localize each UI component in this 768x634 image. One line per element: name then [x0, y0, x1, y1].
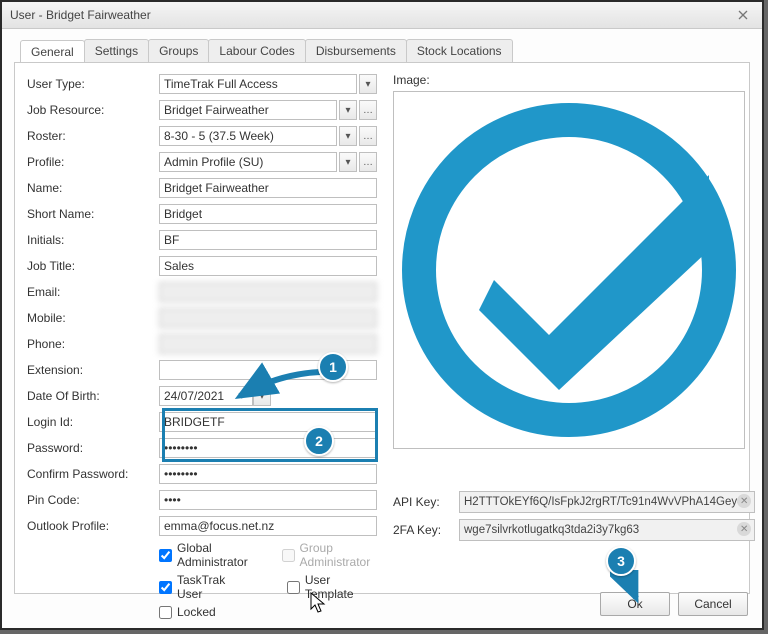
user-type-combo[interactable]: TimeTrak Full Access: [159, 74, 357, 94]
ellipsis-icon[interactable]: …: [359, 152, 377, 172]
tabpanel-general: User Type: TimeTrak Full Access ▾ Job Re…: [14, 62, 750, 594]
global-admin-label: Global Administrator: [177, 541, 256, 569]
label-phone: Phone:: [27, 337, 159, 351]
twofa-key-field[interactable]: wge7silvrkotlugatkq3tda2i3y7kg63 ✕: [459, 519, 755, 541]
label-initials: Initials:: [27, 233, 159, 247]
chevron-down-icon[interactable]: ▾: [339, 152, 357, 172]
pin-code-input[interactable]: [159, 490, 377, 510]
form-left-column: User Type: TimeTrak Full Access ▾ Job Re…: [27, 73, 377, 621]
confirm-password-input[interactable]: [159, 464, 377, 484]
label-confirm-password: Confirm Password:: [27, 467, 159, 481]
group-admin-label: Group Administrator: [300, 541, 377, 569]
initials-input[interactable]: [159, 230, 377, 250]
locked-label: Locked: [177, 605, 216, 619]
short-name-input[interactable]: [159, 204, 377, 224]
cancel-button[interactable]: Cancel: [678, 592, 748, 616]
group-administrator-checkbox: [282, 549, 295, 562]
api-key-value: H2TTTOkEYf6Q/IsFpkJ2rgRT/Tc91n4WvVPhA14G…: [464, 496, 750, 508]
label-job-resource: Job Resource:: [27, 103, 159, 117]
annotation-arrow-icon: [610, 570, 650, 610]
label-name: Name:: [27, 181, 159, 195]
annotation-badge-2: 2: [304, 426, 334, 456]
api-key-field[interactable]: H2TTTOkEYf6Q/IsFpkJ2rgRT/Tc91n4WvVPhA14G…: [459, 491, 755, 513]
tasktrak-user-checkbox[interactable]: [159, 581, 172, 594]
user-dialog: User - Bridget Fairweather General Setti…: [0, 0, 764, 630]
email-input[interactable]: [159, 282, 377, 302]
mobile-input[interactable]: [159, 308, 377, 328]
twofa-key-label: 2FA Key:: [393, 523, 451, 537]
label-password: Password:: [27, 441, 159, 455]
label-job-title: Job Title:: [27, 259, 159, 273]
annotation-arrow-icon: [228, 362, 328, 412]
tab-disbursements[interactable]: Disbursements: [305, 39, 407, 62]
checkmark-circle-icon: [399, 100, 739, 440]
twofa-key-value: wge7silvrkotlugatkq3tda2i3y7kg63: [464, 524, 639, 536]
annotation-badge-3: 3: [606, 546, 636, 576]
chevron-down-icon[interactable]: ▾: [339, 126, 357, 146]
cursor-icon: [310, 592, 328, 614]
api-key-label: API Key:: [393, 495, 451, 509]
image-label: Image:: [393, 73, 755, 87]
tab-labour-codes[interactable]: Labour Codes: [208, 39, 305, 62]
window-title: User - Bridget Fairweather: [10, 8, 151, 22]
ellipsis-icon[interactable]: …: [359, 126, 377, 146]
label-short-name: Short Name:: [27, 207, 159, 221]
outlook-profile-input[interactable]: [159, 516, 377, 536]
ellipsis-icon[interactable]: …: [359, 100, 377, 120]
label-email: Email:: [27, 285, 159, 299]
label-dob: Date Of Birth:: [27, 389, 159, 403]
label-mobile: Mobile:: [27, 311, 159, 325]
job-title-input[interactable]: [159, 256, 377, 276]
clear-icon[interactable]: ✕: [737, 522, 751, 536]
user-image-box[interactable]: [393, 91, 745, 449]
label-roster: Roster:: [27, 129, 159, 143]
label-pin-code: Pin Code:: [27, 493, 159, 507]
password-input[interactable]: [159, 438, 377, 458]
tab-strip: General Settings Groups Labour Codes Dis…: [2, 29, 762, 62]
profile-combo[interactable]: Admin Profile (SU): [159, 152, 337, 172]
tab-stock-locations[interactable]: Stock Locations: [406, 39, 513, 62]
phone-input[interactable]: [159, 334, 377, 354]
roster-combo[interactable]: 8-30 - 5 (37.5 Week): [159, 126, 337, 146]
tab-groups[interactable]: Groups: [148, 39, 209, 62]
tab-settings[interactable]: Settings: [84, 39, 149, 62]
label-user-type: User Type:: [27, 77, 159, 91]
locked-checkbox[interactable]: [159, 606, 172, 619]
job-resource-combo[interactable]: Bridget Fairweather: [159, 100, 337, 120]
close-icon[interactable]: [732, 6, 754, 24]
annotation-badge-1: 1: [318, 352, 348, 382]
label-profile: Profile:: [27, 155, 159, 169]
form-right-column: Image: API Key: H2TTTOkEYf6Q/IsFpkJ2rgRT…: [393, 73, 755, 621]
login-id-input[interactable]: [159, 412, 377, 432]
global-administrator-checkbox[interactable]: [159, 549, 172, 562]
name-input[interactable]: [159, 178, 377, 198]
user-template-checkbox[interactable]: [287, 581, 300, 594]
tab-general[interactable]: General: [20, 40, 85, 63]
label-login-id: Login Id:: [27, 415, 159, 429]
title-bar: User - Bridget Fairweather: [2, 2, 762, 29]
label-extension: Extension:: [27, 363, 159, 377]
label-outlook-profile: Outlook Profile:: [27, 519, 159, 533]
tasktrak-label: TaskTrak User: [177, 573, 249, 601]
chevron-down-icon[interactable]: ▾: [339, 100, 357, 120]
chevron-down-icon[interactable]: ▾: [359, 74, 377, 94]
